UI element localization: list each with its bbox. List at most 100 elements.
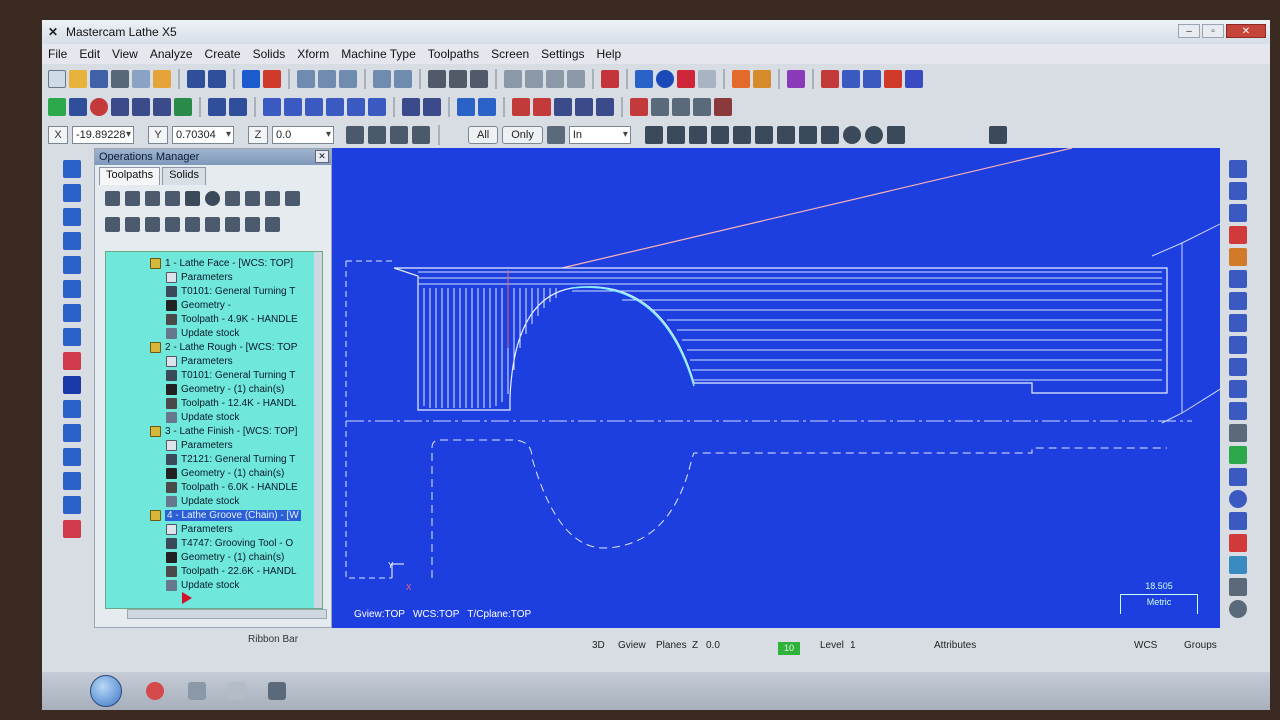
solid-extrude-side-icon[interactable] [63,160,81,178]
solid-check-icon[interactable] [63,520,81,538]
cursor-select-icon[interactable] [666,126,685,144]
selection-mode-select[interactable]: In [568,126,631,144]
solid-revolve-icon[interactable] [63,184,81,202]
select-all-button[interactable]: All [468,126,499,144]
pencil-icon[interactable] [787,70,805,88]
select-only-button[interactable]: Only [502,126,543,144]
solid-draft-icon[interactable] [63,472,81,490]
xform-mirror-icon[interactable] [263,98,281,116]
stop-icon[interactable] [884,70,902,88]
stock-setup-icon[interactable] [630,98,648,116]
xform-scale-icon[interactable] [284,98,302,116]
tailstock-icon[interactable] [672,98,690,116]
toolpath-verify-icon[interactable] [428,70,446,88]
polygon-select-icon[interactable] [710,126,729,144]
operation-child-node[interactable]: T4747: Grooving Tool - O [166,536,293,550]
lathe-rough-icon[interactable] [478,98,496,116]
zoom-in-icon[interactable] [318,70,336,88]
extend-icon[interactable] [905,70,923,88]
operation-child-node[interactable]: Geometry - (1) chain(s) [166,466,284,480]
delete-ops-icon[interactable] [285,190,300,206]
xform-roll-icon[interactable] [368,98,386,116]
insert-arrow-marker-icon[interactable] [182,592,192,604]
undo-icon[interactable] [187,70,205,88]
operation-node[interactable]: 1 - Lathe Face - [WCS: TOP] [150,256,293,270]
operation-child-node[interactable]: Toolpath - 12.4K - HANDL [166,396,297,410]
mru-grid-icon[interactable] [1229,534,1247,552]
solid-sweep-icon[interactable] [63,208,81,226]
solid-table-icon[interactable] [63,424,81,442]
toggle-post-icon[interactable] [145,216,160,232]
close-button[interactable]: ✕ [1226,24,1266,38]
new-file-icon[interactable] [48,70,66,88]
line-icon[interactable] [69,98,87,116]
mru-globe-icon[interactable] [1229,556,1247,574]
menu-xform[interactable]: Xform [297,47,329,61]
xform-stretch-icon[interactable] [347,98,365,116]
panel-close-icon[interactable]: ✕ [315,150,329,163]
join-icon[interactable] [863,70,881,88]
shaded-sphere-icon[interactable] [656,70,674,88]
menu-settings[interactable]: Settings [541,47,584,61]
operation-child-node[interactable]: Update stock [166,326,239,340]
open-folder-icon[interactable] [69,70,87,88]
y-coord-field[interactable]: 0.70304 [172,126,234,144]
menu-create[interactable]: Create [205,47,241,61]
mru-drafting-icon[interactable] [1229,424,1247,442]
solid-trim-icon[interactable] [63,328,81,346]
graphics-viewport[interactable]: Y X Gview:TOP WCS:TOP T/Cplane:TOP 18.50… [332,148,1220,628]
vector-select-icon[interactable] [732,126,751,144]
steady-rest-icon[interactable] [693,98,711,116]
window-select-icon[interactable] [688,126,707,144]
operation-child-node[interactable]: Parameters [166,354,233,368]
simulate-icon[interactable] [225,190,240,206]
area-select-icon[interactable] [754,126,773,144]
solid-loft-icon[interactable] [63,232,81,250]
z-coord-field[interactable]: 0.0 [272,126,334,144]
solid-feature-icon[interactable] [63,448,81,466]
operation-child-node[interactable]: T2121: General Turning T [166,452,295,466]
view-top-icon[interactable] [525,70,543,88]
mru-fillet2-icon[interactable] [1229,512,1247,530]
verify-selection-icon[interactable] [798,126,817,144]
selection-mask-icon[interactable] [546,126,565,144]
wireframe-sphere-icon[interactable] [635,70,653,88]
autocursor-icon[interactable] [368,126,386,144]
backplot-icon[interactable] [449,70,467,88]
mru-groove-icon[interactable] [1229,314,1247,332]
scroll-to-insert-icon[interactable] [225,216,240,232]
taskbar-tool-icon[interactable] [188,682,206,700]
verify-ops-icon[interactable] [205,190,220,206]
menu-edit[interactable]: Edit [79,47,100,61]
lathe-toolpath-icon[interactable] [457,98,475,116]
status-groups-button[interactable]: Groups [1184,640,1217,651]
solid-shaded-icon[interactable] [677,70,695,88]
start-button-icon[interactable] [90,675,122,707]
status-wcs-button[interactable]: WCS [1134,640,1157,651]
mru-diamond-icon[interactable] [1229,270,1247,288]
shading-icon[interactable] [601,70,619,88]
mru-point-icon[interactable] [1229,446,1247,464]
menu-screen[interactable]: Screen [491,47,529,61]
tool-manager-icon[interactable] [714,98,732,116]
point-icon[interactable] [48,98,66,116]
post-ops-icon[interactable] [245,190,260,206]
mru-fillet-icon[interactable] [1229,380,1247,398]
move-down-icon[interactable] [165,216,180,232]
mru-face-icon[interactable] [1229,336,1247,354]
mru-arc-icon[interactable] [1229,204,1247,222]
xform-translate-icon[interactable] [208,98,226,116]
operation-child-node[interactable]: Update stock [166,410,239,424]
mru-settings-icon[interactable] [1229,578,1247,596]
lathe-groove-icon[interactable] [512,98,530,116]
menu-toolpaths[interactable]: Toolpaths [428,47,479,61]
mru-chamfer-icon[interactable] [1229,358,1247,376]
solid-block-icon[interactable] [63,376,81,394]
drafting-icon[interactable] [402,98,420,116]
toggle-display-icon[interactable] [125,216,140,232]
solid-shell-icon[interactable] [63,304,81,322]
line-select-icon[interactable] [644,126,663,144]
view-right-icon[interactable] [567,70,585,88]
menu-file[interactable]: File [48,47,67,61]
lathe-drill-icon[interactable] [554,98,572,116]
